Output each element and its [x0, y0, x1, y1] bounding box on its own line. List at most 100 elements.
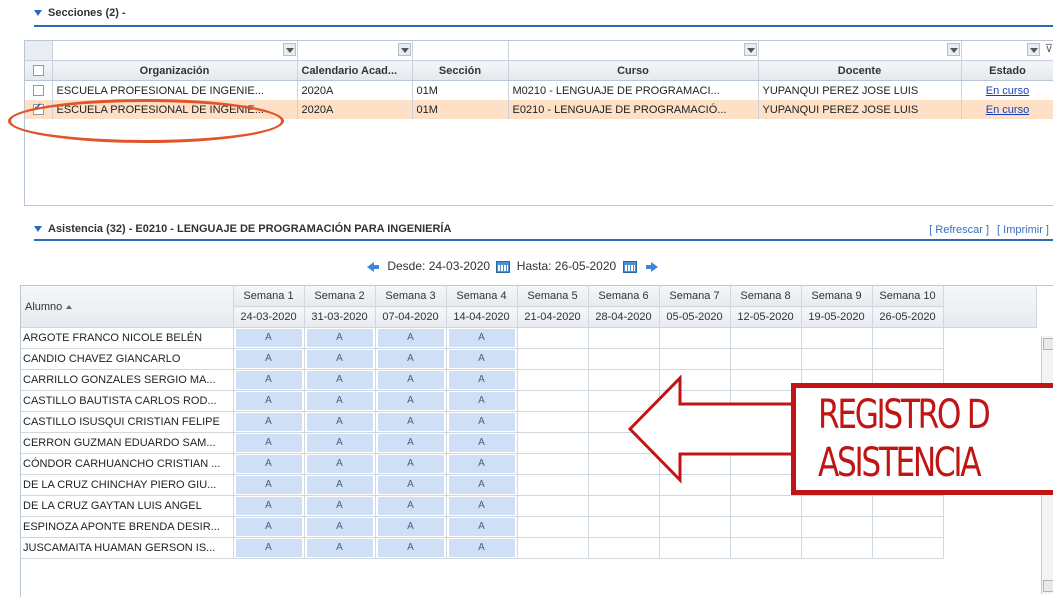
attendance-cell[interactable] [801, 495, 873, 517]
attendance-cell[interactable]: A [233, 453, 305, 475]
dropdown-icon[interactable] [743, 43, 757, 56]
attendance-mark[interactable]: A [448, 539, 515, 557]
attendance-mark[interactable]: A [306, 497, 373, 515]
attendance-mark[interactable]: A [306, 434, 373, 452]
attendance-mark[interactable]: A [448, 497, 515, 515]
attendance-cell[interactable]: A [304, 516, 376, 538]
attendance-cell[interactable] [588, 516, 660, 538]
attendance-mark[interactable]: A [448, 476, 515, 494]
attendance-mark[interactable]: A [377, 518, 444, 536]
attendance-cell[interactable] [872, 327, 944, 349]
attendance-cell[interactable]: A [375, 411, 447, 433]
row-checkbox[interactable] [32, 85, 44, 97]
attendance-cell[interactable]: A [446, 516, 518, 538]
attendance-cell[interactable]: A [446, 453, 518, 475]
attendance-cell[interactable]: A [233, 537, 305, 559]
attendance-cell[interactable]: A [233, 411, 305, 433]
attendance-cell[interactable] [517, 453, 589, 475]
attendance-cell[interactable] [659, 495, 731, 517]
attendance-cell[interactable] [659, 348, 731, 370]
attendance-mark[interactable]: A [306, 518, 373, 536]
dropdown-icon[interactable] [946, 43, 960, 56]
attendance-cell[interactable] [801, 516, 873, 538]
sections-header[interactable]: Secciones (2) - [34, 7, 1053, 27]
attendance-header[interactable]: Asistencia (32) - E0210 - LENGUAJE DE PR… [34, 223, 1053, 241]
filter-organizacion[interactable] [52, 41, 298, 61]
scroll-down-button[interactable] [1043, 580, 1053, 592]
attendance-cell[interactable]: A [446, 390, 518, 412]
attendance-cell[interactable]: A [304, 390, 376, 412]
attendance-cell[interactable] [517, 495, 589, 517]
attendance-cell[interactable]: A [446, 369, 518, 391]
attendance-cell[interactable]: A [304, 453, 376, 475]
attendance-mark[interactable]: A [306, 329, 373, 347]
attendance-mark[interactable]: A [306, 371, 373, 389]
attendance-cell[interactable]: A [375, 495, 447, 517]
attendance-cell[interactable]: A [375, 516, 447, 538]
attendance-mark[interactable]: A [235, 392, 302, 410]
attendance-cell[interactable] [872, 537, 944, 559]
attendance-cell[interactable]: A [304, 327, 376, 349]
attendance-cell[interactable]: A [446, 411, 518, 433]
attendance-cell[interactable]: A [304, 348, 376, 370]
attendance-cell[interactable] [517, 390, 589, 412]
attendance-mark[interactable]: A [448, 518, 515, 536]
calendar-icon[interactable] [496, 260, 511, 273]
filter-calendario[interactable] [297, 41, 413, 61]
col-docente[interactable]: Docente [758, 60, 962, 81]
attendance-mark[interactable]: A [377, 539, 444, 557]
attendance-mark[interactable]: A [235, 434, 302, 452]
attendance-mark[interactable]: A [377, 413, 444, 431]
prev-arrow-icon[interactable] [367, 261, 379, 272]
attendance-mark[interactable]: A [448, 455, 515, 473]
attendance-mark[interactable]: A [377, 350, 444, 368]
attendance-cell[interactable]: A [446, 348, 518, 370]
next-arrow-icon[interactable] [645, 261, 658, 272]
col-estado[interactable]: Estado [961, 60, 1053, 81]
collapse-triangle-icon[interactable] [34, 10, 42, 17]
attendance-cell[interactable]: A [304, 411, 376, 433]
filter-docente[interactable] [758, 41, 962, 61]
attendance-mark[interactable]: A [306, 392, 373, 410]
attendance-mark[interactable]: A [377, 392, 444, 410]
attendance-cell[interactable] [801, 327, 873, 349]
attendance-mark[interactable]: A [448, 392, 515, 410]
collapse-triangle-icon[interactable] [34, 226, 42, 233]
attendance-cell[interactable]: A [446, 432, 518, 454]
filter-funnel-icon[interactable]: ⊽ [1045, 42, 1053, 55]
attendance-mark[interactable]: A [235, 413, 302, 431]
col-organizacion[interactable]: Organización [52, 60, 298, 81]
attendance-cell[interactable] [872, 348, 944, 370]
attendance-mark[interactable]: A [306, 455, 373, 473]
attendance-cell[interactable]: A [304, 369, 376, 391]
attendance-cell[interactable]: A [375, 537, 447, 559]
attendance-cell[interactable]: A [233, 390, 305, 412]
col-curso[interactable]: Curso [508, 60, 759, 81]
attendance-cell[interactable]: A [233, 432, 305, 454]
dropdown-icon[interactable] [282, 43, 296, 56]
dropdown-icon[interactable] [1026, 43, 1040, 56]
attendance-cell[interactable]: A [375, 390, 447, 412]
attendance-cell[interactable]: A [304, 432, 376, 454]
dropdown-icon[interactable] [397, 43, 411, 56]
estado-link[interactable]: En curso [986, 104, 1029, 116]
filter-seccion[interactable] [412, 41, 509, 61]
calendar-icon[interactable] [622, 260, 637, 273]
attendance-cell[interactable]: A [233, 327, 305, 349]
scroll-up-button[interactable] [1043, 338, 1053, 350]
attendance-cell[interactable]: A [375, 369, 447, 391]
attendance-mark[interactable]: A [377, 371, 444, 389]
col-calendario[interactable]: Calendario Acad... [297, 60, 413, 81]
attendance-cell[interactable]: A [375, 327, 447, 349]
attendance-cell[interactable] [801, 537, 873, 559]
filter-estado[interactable] [961, 41, 1053, 61]
attendance-mark[interactable]: A [306, 413, 373, 431]
attendance-cell[interactable] [730, 495, 802, 517]
attendance-cell[interactable]: A [304, 537, 376, 559]
attendance-cell[interactable]: A [233, 516, 305, 538]
attendance-cell[interactable]: A [304, 474, 376, 496]
attendance-mark[interactable]: A [235, 539, 302, 557]
attendance-cell[interactable] [517, 327, 589, 349]
attendance-cell[interactable] [517, 411, 589, 433]
attendance-cell[interactable]: A [233, 369, 305, 391]
